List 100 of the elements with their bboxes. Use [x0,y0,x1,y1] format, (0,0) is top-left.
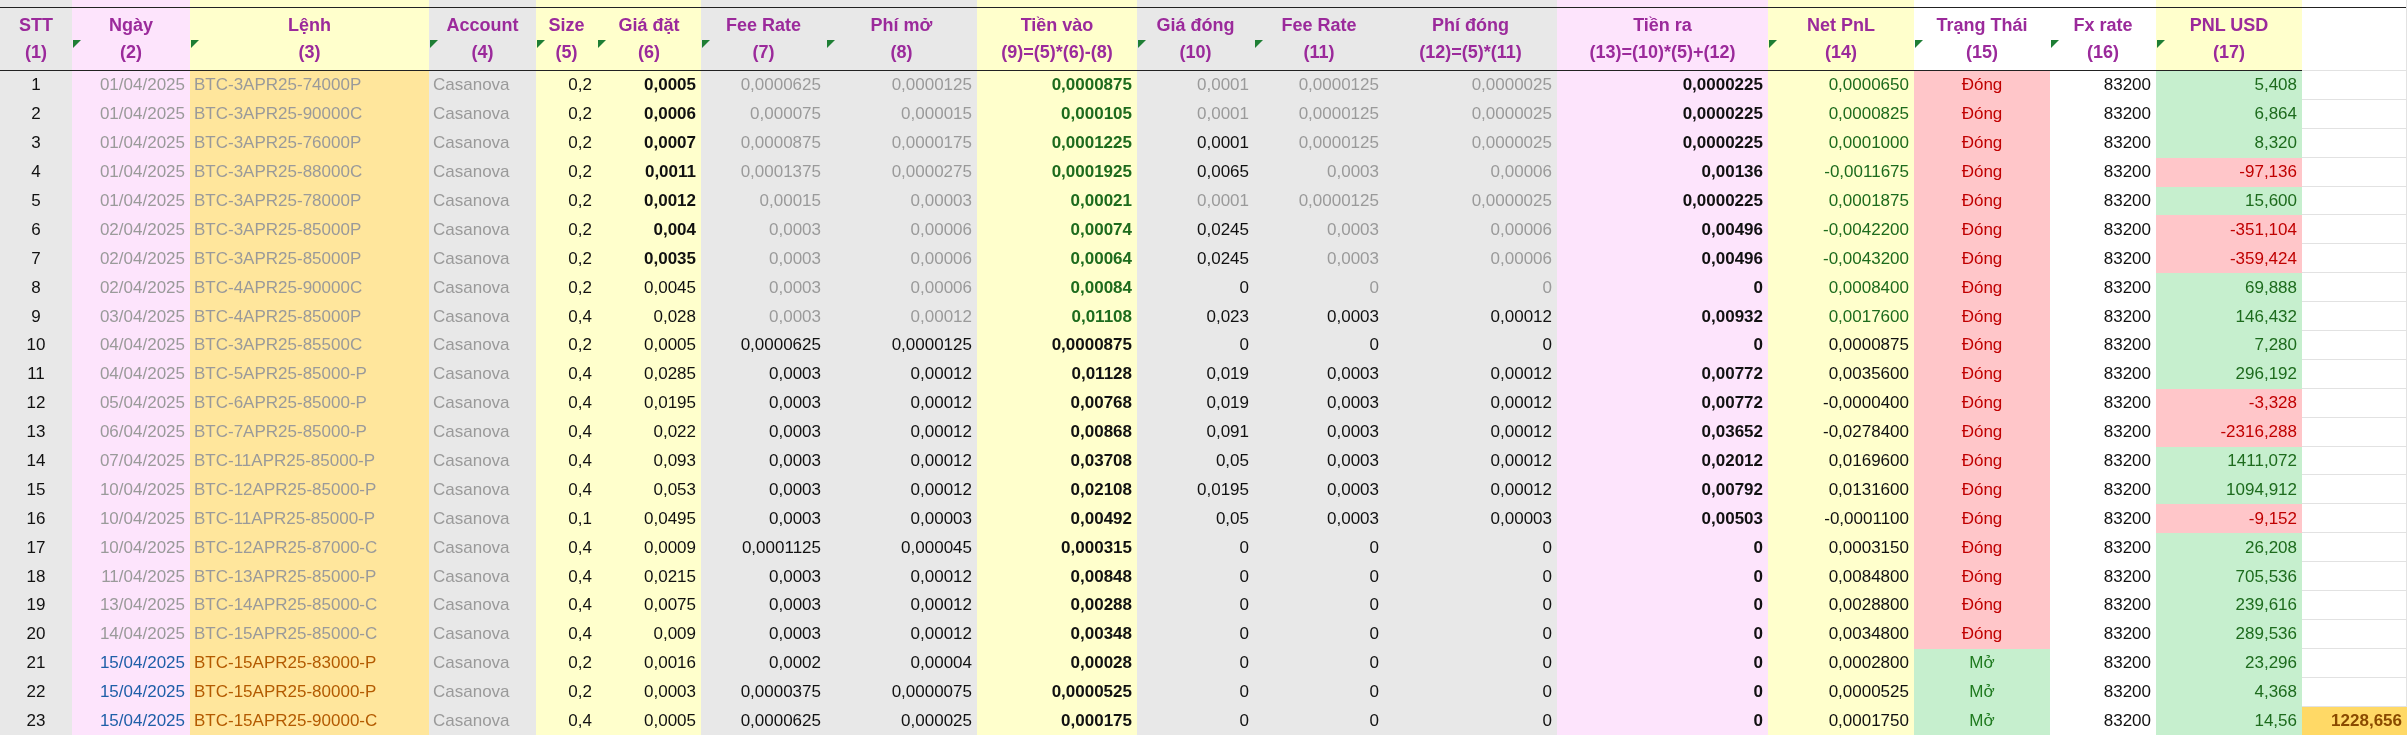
table-cell: 22 [0,677,72,707]
table-cell: 0,0084800 [1768,562,1914,592]
table-cell: 0,00012 [826,359,977,389]
table-cell: 0,00074 [977,215,1137,245]
table-cell: 0,0000875 [977,331,1137,360]
table-cell: 239,616 [2156,591,2302,620]
table-cell: 10/04/2025 [72,504,190,534]
table-cell: 0,00012 [826,591,977,620]
table-cell: BTC-3APR25-90000C [190,99,429,129]
table-cell: 8,320 [2156,128,2302,158]
table-cell: 0,00012 [1384,417,1557,447]
table-cell: 0,00064 [977,244,1137,274]
table-cell: 0 [1254,331,1384,360]
table-cell: 0,0017600 [1768,302,1914,331]
column-header: Lệnh (3) [190,0,429,71]
table-cell: 0,0035 [597,244,701,274]
table-cell: 0 [1137,706,1254,736]
table-cell: 02/04/2025 [72,215,190,245]
column-header: Net PnL (14) [1768,0,1914,71]
table-cell: 0 [1557,273,1768,303]
table-cell: 0,0003 [701,446,826,476]
table-cell: 05/04/2025 [72,388,190,418]
table-cell: 01/04/2025 [72,71,190,100]
table-cell: 5,408 [2156,71,2302,100]
table-cell: 0,0215 [597,562,701,592]
table-cell: 0,022 [597,417,701,447]
table-cell: 69,888 [2156,273,2302,303]
table-cell: 0,0009 [597,533,701,563]
table-cell: BTC-6APR25-85000-P [190,388,429,418]
table-cell: 0,0001925 [977,157,1137,187]
table-cell: 0,0001750 [1768,706,1914,736]
table-cell: 0,2 [536,128,597,158]
table-cell: Mở [1914,648,2050,678]
table-cell: 0,00012 [826,446,977,476]
table-cell: 0,0001 [1137,71,1254,100]
table-cell: 0,0495 [597,504,701,534]
table-cell: 0,2 [536,215,597,245]
table-cell: 0,000015 [826,99,977,129]
table-cell: 1 [0,71,72,100]
table-cell: Casanova [429,591,536,620]
table-cell: 0,0001375 [701,157,826,187]
table-cell: Đóng [1914,446,2050,476]
table-cell: 0,0011 [597,157,701,187]
table-cell: 0,0195 [597,388,701,418]
table-cell: 0,4 [536,302,597,331]
table-cell: 0 [1557,677,1768,707]
table-cell: 0,0245 [1137,215,1254,245]
table-cell: 0,00772 [1557,388,1768,418]
table-cell: 0,00932 [1557,302,1768,331]
table-cell: 12 [0,388,72,418]
table-cell: 0,0131600 [1768,475,1914,505]
table-cell: Đóng [1914,215,2050,245]
table-cell: 5 [0,186,72,216]
table-cell: 0,00006 [826,273,977,303]
table-cell: 0 [1384,562,1557,592]
table-cell: 0,00012 [1384,388,1557,418]
table-cell: 01/04/2025 [72,186,190,216]
table-cell: Đóng [1914,186,2050,216]
table-cell: 0,0005 [597,706,701,736]
table-cell: 0,00348 [977,619,1137,649]
table-cell: 0,0000125 [1254,99,1384,129]
table-cell: 13 [0,417,72,447]
table-cell: 0,0002 [701,648,826,678]
table-cell: 0,05 [1137,504,1254,534]
table-cell: 0,0000625 [701,71,826,100]
table-cell: 0,00004 [826,648,977,678]
table-cell: 0,0001875 [1768,186,1914,216]
table-cell: Casanova [429,677,536,707]
table-cell: BTC-3APR25-88000C [190,157,429,187]
table-cell: 0,0003 [701,215,826,245]
table-cell: 0,03652 [1557,417,1768,447]
table-cell: Đóng [1914,99,2050,129]
table-cell: 11 [0,359,72,389]
table-cell: Đóng [1914,562,2050,592]
table-cell: Đóng [1914,273,2050,303]
table-cell: 11/04/2025 [72,562,190,592]
table-cell: 0,00772 [1557,359,1768,389]
table-cell: BTC-11APR25-85000-P [190,504,429,534]
table-cell: -0,0000400 [1768,388,1914,418]
table-cell: 0,2 [536,157,597,187]
table-cell: 0 [1384,533,1557,563]
table-cell: 0,0195 [1137,475,1254,505]
table-cell: 0 [1384,619,1557,649]
table-cell: 0,01108 [977,302,1137,331]
table-cell: 0,0003 [1254,215,1384,245]
table-cell: 0,0000625 [701,331,826,360]
table-cell: 02/04/2025 [72,273,190,303]
table-cell: 0,4 [536,706,597,736]
table-cell: Casanova [429,417,536,447]
table-cell: BTC-15APR25-85000-C [190,619,429,649]
table-cell: 0,019 [1137,359,1254,389]
table-cell: 0,2 [536,99,597,129]
table-cell: -0,0278400 [1768,417,1914,447]
table-cell: Casanova [429,99,536,129]
table-cell: 01/04/2025 [72,157,190,187]
table-cell: 0,0000275 [826,157,977,187]
table-cell: Đóng [1914,302,2050,331]
table-cell: Casanova [429,706,536,736]
table-cell: 26,208 [2156,533,2302,563]
table-cell: 19 [0,591,72,620]
